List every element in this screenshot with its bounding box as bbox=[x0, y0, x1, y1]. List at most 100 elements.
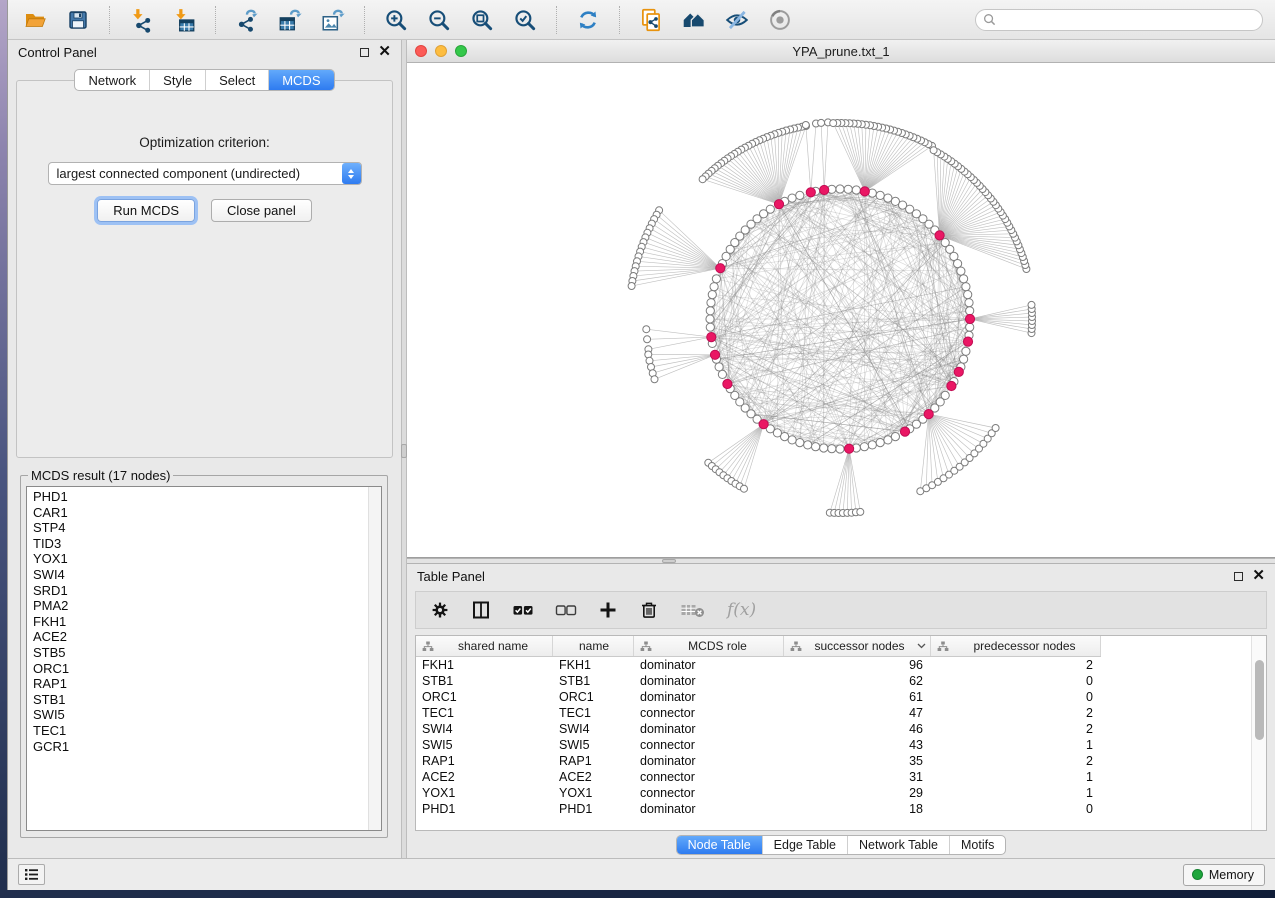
search-input[interactable] bbox=[1000, 13, 1255, 27]
table-mode-gear-icon[interactable] bbox=[430, 600, 450, 620]
tab-style[interactable]: Style bbox=[150, 70, 206, 90]
mcds-result-item[interactable]: FKH1 bbox=[33, 614, 368, 630]
table-cell[interactable]: SWI4 bbox=[416, 722, 553, 736]
import-table-icon[interactable] bbox=[169, 6, 199, 34]
criterion-dropdown[interactable]: largest connected component (undirected) bbox=[48, 162, 362, 185]
mcds-result-listbox[interactable]: PHD1CAR1STP4TID3YOX1SWI4SRD1PMA2FKH1ACE2… bbox=[26, 486, 382, 831]
graph-hub-node[interactable] bbox=[774, 200, 783, 209]
graph-node[interactable] bbox=[707, 299, 715, 307]
graph-node[interactable] bbox=[643, 326, 650, 333]
graph-node[interactable] bbox=[830, 120, 837, 127]
table-cell[interactable]: ORC1 bbox=[553, 690, 634, 704]
tab-edge-table[interactable]: Edge Table bbox=[763, 836, 848, 854]
graph-node[interactable] bbox=[954, 260, 962, 268]
graph-node[interactable] bbox=[712, 275, 720, 283]
graph-node[interactable] bbox=[965, 299, 973, 307]
table-cell[interactable]: ACE2 bbox=[553, 770, 634, 784]
table-cell[interactable]: connector bbox=[634, 738, 784, 752]
graph-hub-node[interactable] bbox=[759, 420, 768, 429]
mcds-result-item[interactable]: SRD1 bbox=[33, 583, 368, 599]
table-cell[interactable]: 2 bbox=[931, 658, 1101, 672]
table-cell[interactable]: SWI5 bbox=[416, 738, 553, 752]
graph-node[interactable] bbox=[966, 323, 974, 331]
mcds-result-item[interactable]: RAP1 bbox=[33, 676, 368, 692]
table-cell[interactable]: dominator bbox=[634, 722, 784, 736]
table-cell[interactable]: 43 bbox=[784, 738, 931, 752]
open-file-icon[interactable] bbox=[20, 6, 50, 34]
tab-select[interactable]: Select bbox=[206, 70, 269, 90]
column-header-MCDS-role[interactable]: MCDS role bbox=[634, 636, 784, 656]
hide-analyzer-icon[interactable] bbox=[722, 6, 752, 34]
graph-hub-node[interactable] bbox=[845, 444, 854, 453]
mcds-result-item[interactable]: PMA2 bbox=[33, 598, 368, 614]
table-cell[interactable]: 1 bbox=[931, 786, 1101, 800]
table-cell[interactable]: 0 bbox=[931, 690, 1101, 704]
mcds-result-item[interactable]: ACE2 bbox=[33, 629, 368, 645]
delete-columns-icon[interactable] bbox=[639, 600, 659, 620]
mcds-result-item[interactable]: STP4 bbox=[33, 520, 368, 536]
graph-node[interactable] bbox=[960, 355, 968, 363]
column-header-name[interactable]: name bbox=[553, 636, 634, 656]
mcds-result-item[interactable]: SWI4 bbox=[33, 567, 368, 583]
table-cell[interactable]: 1 bbox=[931, 738, 1101, 752]
graph-hub-node[interactable] bbox=[820, 185, 829, 194]
graph-node[interactable] bbox=[788, 194, 796, 202]
graph-node[interactable] bbox=[706, 307, 714, 315]
table-row[interactable]: ORC1ORC1dominator610 bbox=[416, 689, 1251, 705]
column-header-predecessor-nodes[interactable]: predecessor nodes bbox=[931, 636, 1101, 656]
graph-node[interactable] bbox=[836, 185, 844, 193]
graph-node[interactable] bbox=[960, 275, 968, 283]
table-row[interactable]: YOX1YOX1connector291 bbox=[416, 785, 1251, 801]
graph-node[interactable] bbox=[962, 347, 970, 355]
graph-node[interactable] bbox=[964, 291, 972, 299]
table-cell[interactable]: YOX1 bbox=[553, 786, 634, 800]
table-cell[interactable]: 46 bbox=[784, 722, 931, 736]
table-row[interactable]: PHD1PHD1dominator180 bbox=[416, 801, 1251, 817]
mcds-result-item[interactable]: CAR1 bbox=[33, 505, 368, 521]
table-cell[interactable]: 47 bbox=[784, 706, 931, 720]
float-panel-icon[interactable] bbox=[360, 48, 369, 57]
graph-node[interactable] bbox=[884, 436, 892, 444]
graph-node[interactable] bbox=[891, 433, 899, 441]
table-cell[interactable]: RAP1 bbox=[416, 754, 553, 768]
export-network-icon[interactable] bbox=[232, 6, 262, 34]
scrollbar-thumb[interactable] bbox=[1255, 660, 1264, 740]
graph-hub-node[interactable] bbox=[707, 333, 716, 342]
table-cell[interactable]: 35 bbox=[784, 754, 931, 768]
graph-node[interactable] bbox=[962, 283, 970, 291]
table-row[interactable]: ACE2ACE2connector311 bbox=[416, 769, 1251, 785]
search-field[interactable] bbox=[975, 9, 1263, 31]
mcds-result-item[interactable]: GCR1 bbox=[33, 739, 368, 755]
tab-network[interactable]: Network bbox=[75, 70, 150, 90]
table-row[interactable]: RAP1RAP1dominator352 bbox=[416, 753, 1251, 769]
table-cell[interactable]: TEC1 bbox=[553, 706, 634, 720]
table-cell[interactable]: 96 bbox=[784, 658, 931, 672]
run-mcds-button[interactable]: Run MCDS bbox=[97, 199, 195, 222]
table-cell[interactable]: 29 bbox=[784, 786, 931, 800]
function-builder-icon[interactable]: f(x) bbox=[727, 600, 756, 620]
column-header-successor-nodes[interactable]: successor nodes bbox=[784, 636, 931, 656]
graph-hub-node[interactable] bbox=[924, 410, 933, 419]
graph-node[interactable] bbox=[644, 336, 651, 343]
network-graph[interactable] bbox=[407, 63, 1275, 557]
graph-node[interactable] bbox=[1028, 301, 1035, 308]
graph-node[interactable] bbox=[966, 307, 974, 315]
splitter-grip[interactable] bbox=[662, 559, 676, 563]
table-cell[interactable]: RAP1 bbox=[553, 754, 634, 768]
save-session-icon[interactable] bbox=[63, 6, 93, 34]
graph-hub-node[interactable] bbox=[965, 314, 974, 323]
table-cell[interactable]: TEC1 bbox=[416, 706, 553, 720]
table-cell[interactable]: dominator bbox=[634, 658, 784, 672]
graph-node[interactable] bbox=[718, 370, 726, 378]
table-cell[interactable]: connector bbox=[634, 706, 784, 720]
show-columns-icon[interactable] bbox=[471, 600, 491, 620]
table-row[interactable]: SWI5SWI5connector431 bbox=[416, 737, 1251, 753]
mcds-result-item[interactable]: TID3 bbox=[33, 536, 368, 552]
graph-hub-node[interactable] bbox=[860, 187, 869, 196]
export-table-icon[interactable] bbox=[275, 6, 305, 34]
create-column-icon[interactable] bbox=[598, 600, 618, 620]
graph-node[interactable] bbox=[645, 351, 652, 358]
table-row[interactable]: TEC1TEC1connector472 bbox=[416, 705, 1251, 721]
table-row[interactable]: STB1STB1dominator620 bbox=[416, 673, 1251, 689]
graph-node[interactable] bbox=[796, 439, 804, 447]
